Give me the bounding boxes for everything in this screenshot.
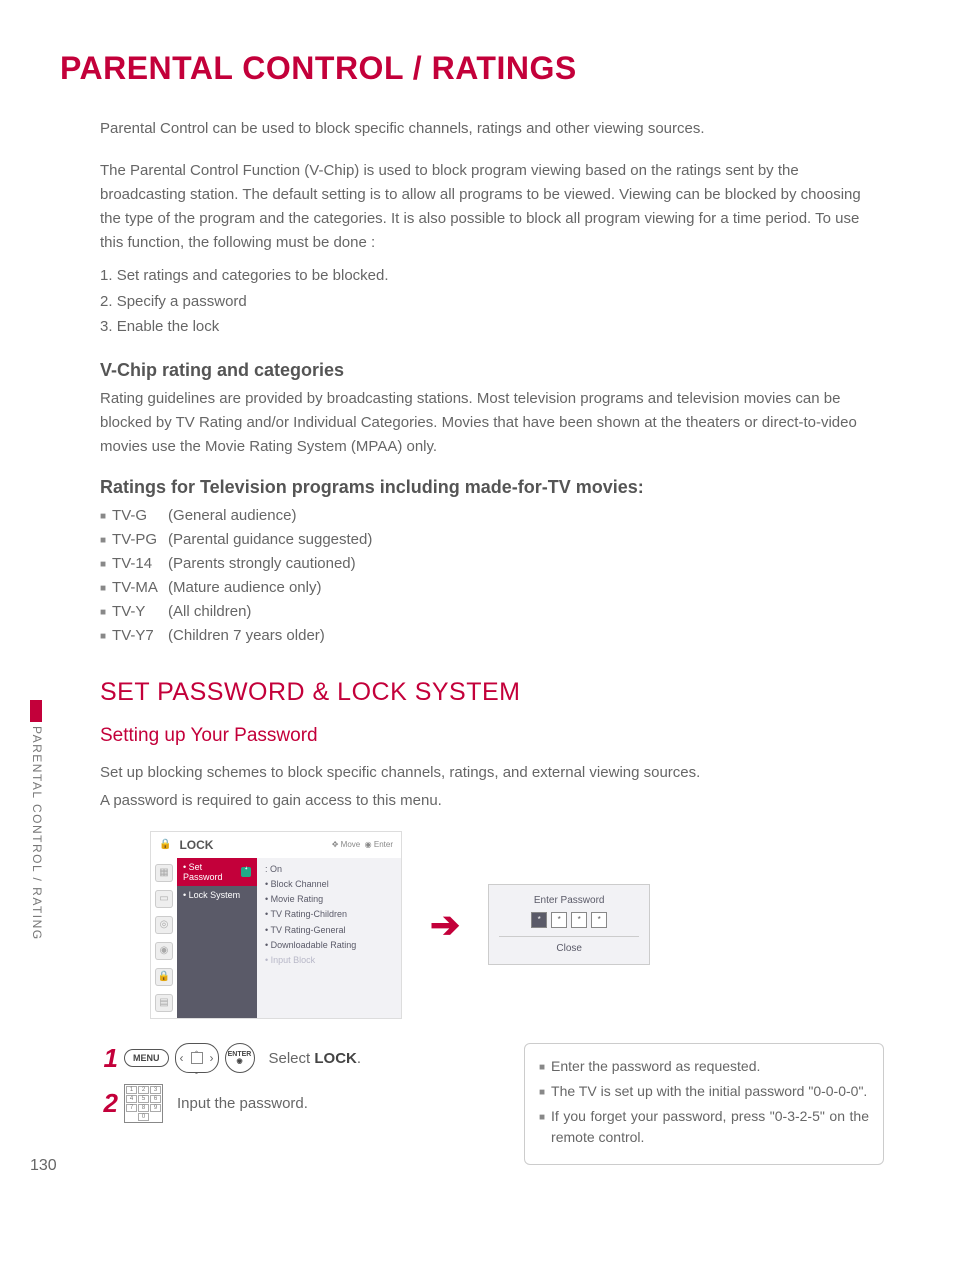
osd-line: : On [265,862,393,877]
osd-line: • Block Channel [265,877,393,892]
rating-code: TV-Y [112,600,168,624]
page-number: 130 [30,1157,57,1175]
notes-box: ■Enter the password as requested. ■The T… [524,1043,884,1165]
password-box: * [551,912,567,928]
rating-row: ■TV-G(General audience) [100,504,884,528]
rating-code: TV-MA [112,576,168,600]
rating-desc: (General audience) [168,504,296,528]
vchip-heading: V-Chip rating and categories [100,360,884,381]
osd-title: LOCK [179,838,323,852]
lock-icon: 🔒 [159,839,171,850]
picture-icon: ▭ [155,890,173,908]
rating-row: ■TV-MA(Mature audience only) [100,576,884,600]
osd-menu-item-selected: • Set Passwordꜜ [177,858,257,886]
osd-hints: ✥ Move ◉ Enter [332,840,393,849]
settings-icon: ▦ [155,864,173,882]
enter-button-icon: ENTER◉ [225,1043,255,1073]
rating-desc: (Children 7 years older) [168,624,325,648]
osd-line: • TV Rating-General [265,923,393,938]
password-boxes: * * * * [499,912,639,928]
rating-desc: (Parental guidance suggested) [168,528,372,552]
rating-row: ■TV-14(Parents strongly cautioned) [100,552,884,576]
select-icon: ꜜ [241,867,251,877]
rating-row: ■TV-Y(All children) [100,600,884,624]
osd-menu-item: • Lock System [177,886,257,904]
keypad-icon: 123 456 789 0 [124,1084,163,1123]
sub2-text1: Set up blocking schemes to block specifi… [100,761,884,785]
note-text: Enter the password as requested. [551,1056,760,1077]
dpad-icon: ꞈˬ [175,1043,219,1073]
step-number: 2 [100,1088,118,1119]
tv-ratings-list: ■TV-G(General audience) ■TV-PG(Parental … [100,504,884,648]
osd-sidebar-icons: ▦ ▭ ◎ ◉ 🔒 ▤ [151,858,177,1018]
step-text: Select LOCK. [269,1050,362,1067]
side-tab-marker [30,700,42,722]
osd-lock-panel: 🔒 LOCK ✥ Move ◉ Enter ▦ ▭ ◎ ◉ 🔒 ▤ • Set … [150,831,402,1019]
rating-code: TV-14 [112,552,168,576]
password-box: * [571,912,587,928]
menu-button-icon: MENU [124,1049,169,1067]
option-icon: ▤ [155,994,173,1012]
lock-icon: 🔒 [155,968,173,986]
note-text: If you forget your password, press "0-3-… [551,1106,869,1148]
section-heading: SET PASSWORD & LOCK SYSTEM [100,678,884,707]
osd-line-faded: • Input Block [265,953,393,968]
rating-row: ■TV-Y7(Children 7 years older) [100,624,884,648]
osd-menu: • Set Passwordꜜ • Lock System [177,858,257,1018]
password-close: Close [499,943,639,954]
time-icon: ◉ [155,942,173,960]
rating-code: TV-G [112,504,168,528]
step-item: Specify a password [100,289,884,315]
osd-line: • Downloadable Rating [265,938,393,953]
rating-desc: (Mature audience only) [168,576,321,600]
step-item: Set ratings and categories to be blocked… [100,263,884,289]
subsection-heading: Setting up Your Password [100,725,884,747]
setup-steps: Set ratings and categories to be blocked… [100,263,884,340]
side-tab: PARENTAL CONTROL / RATING [30,700,50,941]
step-text: Input the password. [177,1095,308,1112]
tv-ratings-heading: Ratings for Television programs includin… [100,477,884,498]
note-text: The TV is set up with the initial passwo… [551,1081,867,1102]
step-item: Enable the lock [100,314,884,340]
page-title: PARENTAL CONTROL / RATINGS [60,50,894,87]
rating-code: TV-PG [112,528,168,552]
osd-line: • TV Rating-Children [265,907,393,922]
diagram-row: 🔒 LOCK ✥ Move ◉ Enter ▦ ▭ ◎ ◉ 🔒 ▤ • Set … [150,831,884,1019]
step-number: 1 [100,1043,118,1074]
password-box: * [531,912,547,928]
rating-row: ■TV-PG(Parental guidance suggested) [100,528,884,552]
sub2-text2: A password is required to gain access to… [100,789,884,813]
intro-text: Parental Control can be used to block sp… [100,117,884,141]
password-dialog: Enter Password * * * * Close [488,884,650,965]
password-box: * [591,912,607,928]
instruction-step-1: 1 MENU ꞈˬ ENTER◉ Select LOCK. [100,1043,494,1074]
desc-text: The Parental Control Function (V-Chip) i… [100,159,884,255]
arrow-icon: ➔ [430,904,460,946]
side-tab-label: PARENTAL CONTROL / RATING [30,726,44,941]
password-title: Enter Password [499,895,639,906]
sound-icon: ◎ [155,916,173,934]
instruction-step-2: 2 123 456 789 0 Input the password. [100,1084,494,1123]
osd-content: : On • Block Channel • Movie Rating • TV… [257,858,401,1018]
rating-desc: (All children) [168,600,251,624]
osd-line: • Movie Rating [265,892,393,907]
rating-desc: (Parents strongly cautioned) [168,552,356,576]
rating-code: TV-Y7 [112,624,168,648]
vchip-text: Rating guidelines are provided by broadc… [100,387,884,459]
